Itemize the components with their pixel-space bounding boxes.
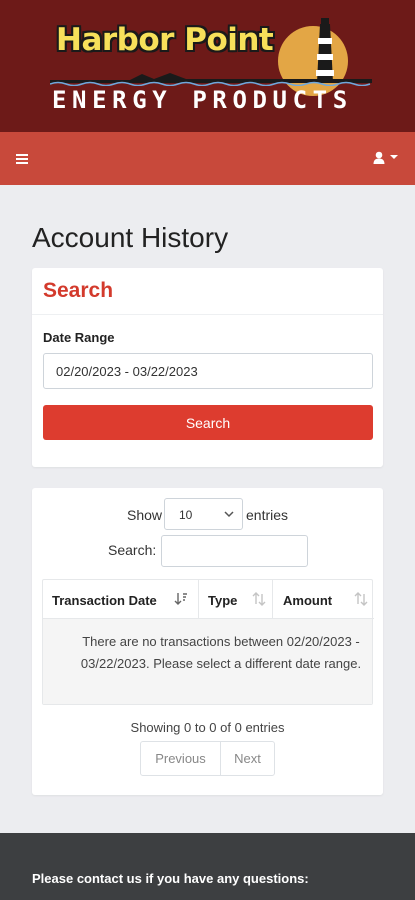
table-info: Showing 0 to 0 of 0 entries (130, 720, 285, 735)
column-label: Type (208, 593, 238, 608)
date-range-label: Date Range (43, 330, 115, 345)
next-page-button[interactable]: Next (221, 742, 274, 775)
search-heading: Search (43, 279, 114, 302)
shoreline-graphic (50, 73, 372, 86)
brand-header: Harbor Point ENERGY PRODUCTS (0, 0, 415, 132)
search-button[interactable]: Search (43, 405, 373, 440)
sort-descending-icon (174, 593, 187, 605)
page-length-select[interactable]: 10 (164, 498, 243, 530)
sort-icon (252, 592, 266, 606)
entries-label: entries (246, 507, 289, 523)
footer-contact-text: Please contact us if you have any questi… (32, 871, 309, 886)
transactions-card: Show 10 entries Search: Transaction Date… (32, 488, 383, 795)
hamburger-menu-icon[interactable] (12, 149, 32, 169)
logo-title: Harbor Point (56, 22, 274, 58)
sort-icon (354, 592, 368, 606)
show-label: Show (127, 507, 163, 523)
caret-down-icon (390, 155, 398, 159)
column-label: Transaction Date (52, 593, 157, 608)
main-navbar (0, 132, 415, 185)
search-card: Search Date Range Search (32, 268, 383, 467)
search-card-header: Search (32, 268, 383, 315)
chevron-down-icon (224, 511, 234, 518)
page-length-value: 10 (179, 508, 193, 522)
column-header-amount[interactable]: Amount (273, 580, 374, 619)
logo-subtitle: ENERGY PRODUCTS (52, 86, 353, 114)
table-search-input[interactable] (161, 535, 308, 567)
column-label: Amount (283, 593, 333, 608)
column-header-type[interactable]: Type (199, 580, 273, 619)
harbor-point-logo[interactable]: Harbor Point ENERGY PRODUCTS (50, 12, 372, 116)
user-menu-dropdown[interactable] (369, 148, 403, 168)
user-icon (373, 151, 385, 164)
column-header-transaction-date[interactable]: Transaction Date (43, 580, 199, 619)
table-search-label: Search: (108, 542, 157, 558)
transactions-table: Transaction Date Type Amount There are n… (42, 579, 374, 705)
previous-page-button[interactable]: Previous (141, 742, 221, 775)
date-range-input[interactable] (43, 353, 373, 389)
empty-table-row: There are no transactions between 02/20/… (43, 619, 372, 704)
pagination: Previous Next (140, 741, 275, 776)
page-title: Account History (32, 222, 229, 253)
page-footer: Please contact us if you have any questi… (0, 833, 415, 900)
empty-table-message: There are no transactions between 02/20/… (80, 634, 362, 671)
